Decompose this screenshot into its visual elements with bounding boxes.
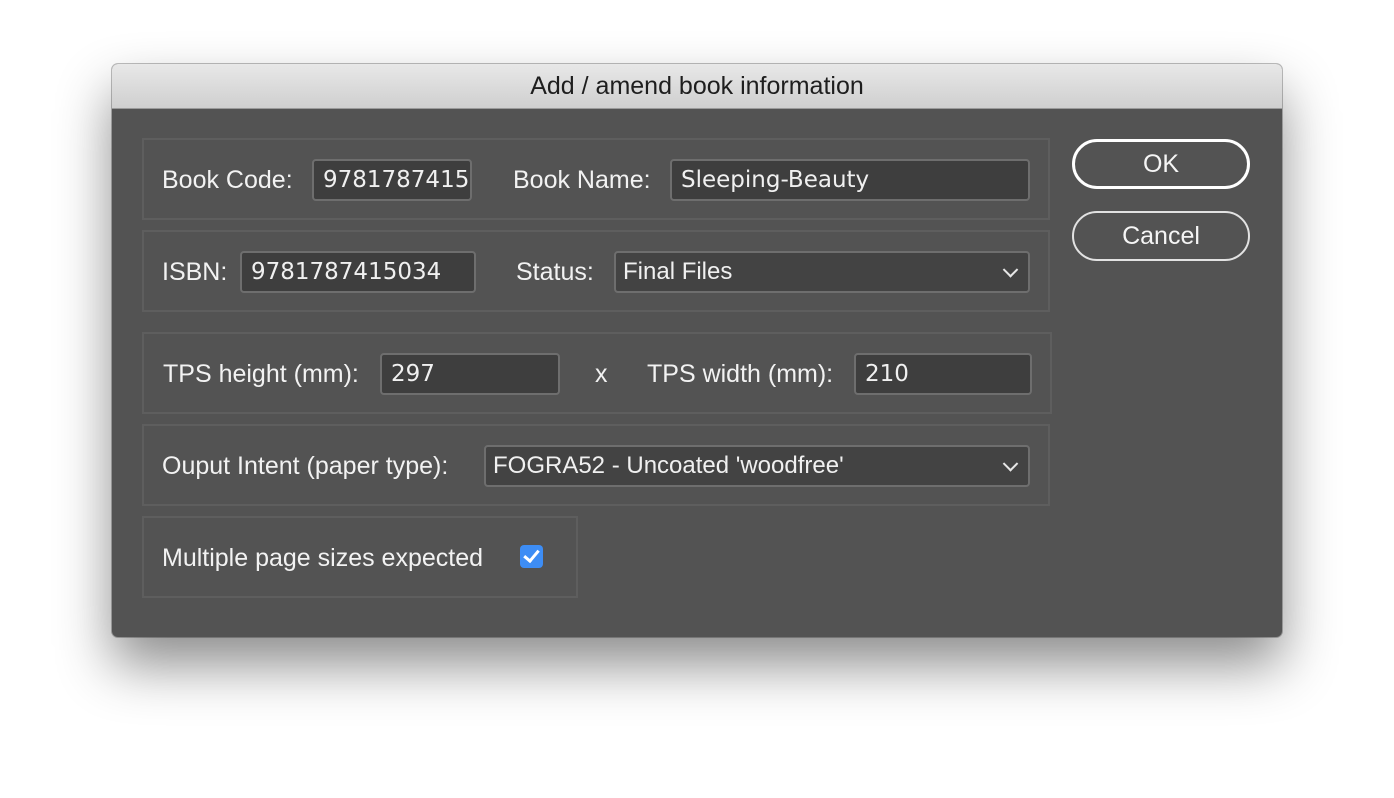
book-info-dialog: Add / amend book information Book Code: …	[112, 64, 1282, 637]
ok-button[interactable]: OK	[1072, 139, 1250, 189]
status-select[interactable]: Final Files	[614, 251, 1030, 293]
multiple-page-sizes-label: Multiple page sizes expected	[162, 544, 484, 572]
tps-width-label: TPS width (mm):	[647, 360, 834, 388]
dimension-separator: x	[595, 360, 608, 388]
tps-width-input[interactable]: 210	[854, 353, 1032, 395]
status-label: Status:	[516, 258, 594, 286]
tps-height-input[interactable]: 297	[380, 353, 560, 395]
tps-height-label: TPS height (mm):	[163, 360, 359, 388]
book-code-label: Book Code:	[162, 166, 293, 194]
status-selected-value: Final Files	[623, 258, 733, 285]
multiple-page-sizes-checkbox[interactable]	[520, 545, 543, 568]
isbn-label: ISBN:	[162, 258, 228, 286]
chevron-down-icon	[1002, 456, 1019, 472]
dialog-title: Add / amend book information	[112, 64, 1282, 109]
isbn-input[interactable]: 9781787415034	[240, 251, 476, 293]
book-name-label: Book Name:	[513, 166, 651, 194]
chevron-down-icon	[1002, 262, 1019, 278]
book-code-input[interactable]: 9781787415034	[312, 159, 472, 201]
cancel-button[interactable]: Cancel	[1072, 211, 1250, 261]
output-intent-selected-value: FOGRA52 - Uncoated 'woodfree'	[493, 452, 844, 479]
output-intent-select[interactable]: FOGRA52 - Uncoated 'woodfree'	[484, 445, 1030, 487]
output-intent-label: Ouput Intent (paper type):	[162, 452, 449, 480]
book-name-input[interactable]: Sleeping-Beauty	[670, 159, 1030, 201]
